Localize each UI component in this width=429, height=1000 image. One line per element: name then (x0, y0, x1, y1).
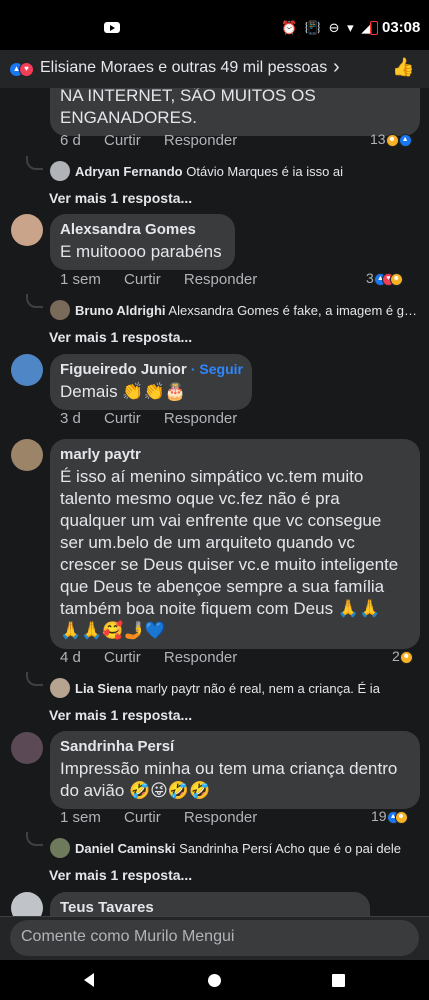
reply-author[interactable]: Lia Siena (75, 681, 132, 696)
like-link[interactable]: Curtir (124, 809, 161, 826)
comment-time: 1 sem (60, 809, 101, 826)
comment-time: 6 d (60, 132, 81, 149)
comment-bubble[interactable]: marly paytr É isso aí menino simpático v… (50, 439, 420, 649)
comment-author[interactable]: Figueiredo Junior (60, 361, 187, 378)
reply-text: Sandrinha Persí Acho que é o pai dele (179, 841, 401, 856)
recent-apps-icon[interactable] (332, 974, 345, 987)
haha-reaction-icon: ☻ (389, 272, 403, 286)
follow-link[interactable]: · Seguir (191, 361, 243, 377)
like-reaction-icon: ▲ (398, 133, 412, 147)
reply-author[interactable]: Daniel Caminski (75, 841, 175, 856)
comment-author-row: Figueiredo Junior · Seguir (60, 361, 243, 378)
reply-text: Otávio Marques é ia isso ai (186, 164, 344, 179)
thread-line (26, 156, 43, 170)
battery-icon (370, 21, 378, 35)
reactions-bar[interactable]: ▲ ♥ Elisiane Moraes e outras 49 mil pesso… (0, 50, 429, 88)
avatar[interactable] (11, 354, 43, 386)
like-link[interactable]: Curtir (104, 649, 141, 666)
back-icon[interactable] (84, 973, 94, 987)
clock: 03:08 (382, 19, 421, 36)
youtube-icon (104, 22, 120, 33)
view-more-replies[interactable]: Ver mais 1 resposta... (49, 190, 192, 206)
reply-preview[interactable]: Adryan Fernando Otávio Marques é ia isso… (49, 164, 419, 179)
like-button-icon[interactable]: 👍 (392, 57, 414, 78)
comment-actions: 4 d Curtir Responder (60, 649, 256, 666)
comment-bubble[interactable]: Alexsandra Gomes E muitoooo parabéns (50, 214, 235, 270)
reaction-icons: ▲ ♥ (9, 61, 34, 79)
avatar[interactable] (11, 439, 43, 471)
comment-bubble[interactable]: Sandrinha Persí Impressão minha ou tem u… (50, 731, 420, 809)
comment-text: É isso aí menino simpático vc.tem muito … (60, 467, 399, 640)
reply-link[interactable]: Responder (164, 410, 237, 427)
comment-actions: 3 d Curtir Responder (60, 410, 256, 427)
reaction-count-value: 3 (366, 270, 374, 286)
reply-text: marly paytr não é real, nem a criança. É… (135, 681, 380, 696)
avatar[interactable] (11, 214, 43, 246)
comment-author[interactable]: Teus Tavares (60, 899, 360, 916)
reply-author[interactable]: Bruno Aldrighi (75, 303, 166, 318)
comment-actions: 6 d Curtir Responder (60, 132, 256, 149)
reply-preview[interactable]: Lia Siena marly paytr não é real, nem a … (49, 681, 419, 696)
comment-bubble[interactable]: Figueiredo Junior · Seguir Demais 👏👏🎂 (50, 354, 252, 410)
comment-text: Impressão minha ou tem uma criança dentr… (60, 759, 398, 800)
reply-link[interactable]: Responder (184, 809, 257, 826)
view-more-replies[interactable]: Ver mais 1 resposta... (49, 707, 192, 723)
like-link[interactable]: Curtir (104, 410, 141, 427)
thread-line (26, 672, 43, 686)
comment-text: E muitoooo parabéns (60, 242, 222, 261)
like-link[interactable]: Curtir (104, 132, 141, 149)
home-icon[interactable] (208, 974, 221, 987)
comments-feed[interactable]: NA INTERNET, SÃO MUITOS OS ENGANADORES. … (0, 88, 429, 916)
comment-bubble[interactable]: Teus Tavares (50, 892, 370, 916)
reaction-count[interactable]: 19 ▲☻ (371, 808, 408, 824)
reaction-count-value: 2 (392, 648, 400, 664)
comment-text: NA INTERNET, SÃO MUITOS OS ENGANADORES. (60, 88, 316, 127)
thread-line (26, 832, 43, 846)
love-reaction-icon: ♥ (19, 62, 34, 78)
view-more-replies[interactable]: Ver mais 1 resposta... (49, 329, 192, 345)
reactions-summary[interactable]: Elisiane Moraes e outras 49 mil pessoas (40, 59, 327, 77)
reply-link[interactable]: Responder (164, 132, 237, 149)
android-nav-bar (0, 960, 429, 1000)
haha-reaction-icon: ☻ (394, 810, 408, 824)
haha-reaction-icon: ☻ (385, 133, 399, 147)
comment-time: 1 sem (60, 271, 101, 288)
status-bar: ⏰ 📳 ⊖ ▾ ◢ 03:08 (0, 0, 429, 50)
haha-reaction-icon: ☻ (399, 650, 413, 664)
like-link[interactable]: Curtir (124, 271, 161, 288)
comment-actions: 1 sem Curtir Responder (60, 809, 276, 826)
comment-input[interactable]: Comente como Murilo Mengui (10, 920, 419, 956)
comment-time: 4 d (60, 649, 81, 666)
reply-author[interactable]: Adryan Fernando (75, 164, 183, 179)
reply-preview[interactable]: Daniel Caminski Sandrinha Persí Acho que… (49, 841, 419, 856)
comment-author[interactable]: Sandrinha Persí (60, 738, 410, 755)
reply-text: Alexsandra Gomes é fake, a imagem é gera… (168, 303, 419, 318)
reaction-count[interactable]: 2 ☻ (392, 648, 413, 664)
view-more-replies[interactable]: Ver mais 1 resposta... (49, 867, 192, 883)
reply-link[interactable]: Responder (164, 649, 237, 666)
comment-author[interactable]: marly paytr (60, 446, 410, 463)
thread-line (26, 294, 43, 308)
avatar[interactable] (11, 732, 43, 764)
reply-preview[interactable]: Bruno Aldrighi Alexsandra Gomes é fake, … (49, 303, 419, 318)
status-icons: ⏰ 📳 ⊖ ▾ ◢ (281, 20, 374, 35)
avatar[interactable] (11, 892, 43, 916)
comment-time: 3 d (60, 410, 81, 427)
comment-composer: Comente como Murilo Mengui (0, 916, 429, 960)
reaction-count-value: 19 (371, 808, 387, 824)
comment-text: Demais 👏👏🎂 (60, 382, 186, 401)
chevron-right-icon[interactable]: › (333, 56, 340, 79)
comment-author[interactable]: Alexsandra Gomes (60, 221, 225, 238)
reaction-count[interactable]: 3 ▲ ♥ ☻ (366, 270, 403, 286)
comment-bubble[interactable]: NA INTERNET, SÃO MUITOS OS ENGANADORES. (50, 88, 420, 136)
comment-actions: 1 sem Curtir Responder (60, 271, 276, 288)
reaction-count-value: 13 (370, 131, 386, 147)
reply-link[interactable]: Responder (184, 271, 257, 288)
reaction-count[interactable]: 13 ☻ ▲ (370, 131, 412, 147)
